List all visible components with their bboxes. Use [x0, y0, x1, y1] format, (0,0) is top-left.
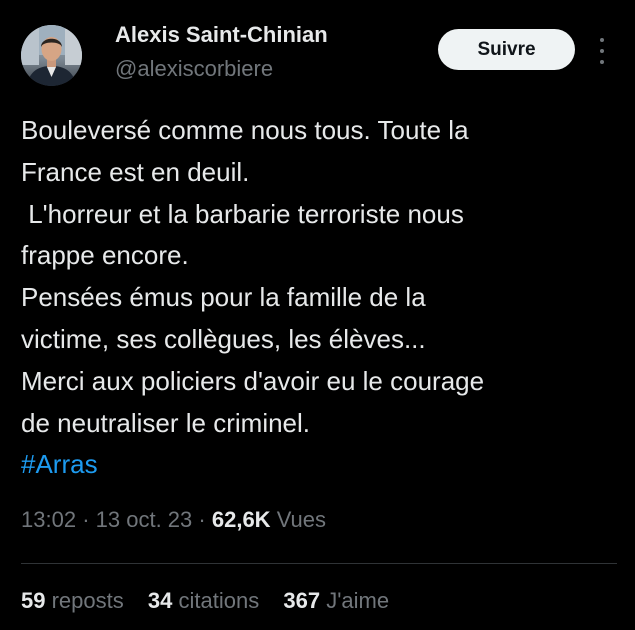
author-handle[interactable]: @alexiscorbiere [115, 56, 273, 82]
tweet-line: victime, ses collègues, les élèves... [21, 323, 426, 354]
tweet-line: L'horreur et la barbarie terroriste nous [21, 198, 464, 229]
divider [21, 563, 617, 564]
tweet-line: frappe encore. [21, 240, 189, 271]
likes-count: 367 [283, 588, 321, 613]
reposts-label: reposts [51, 588, 124, 613]
engagement-stats: 59 reposts 34 citations 367 J'aime [21, 588, 407, 614]
quotes-count: 34 [147, 588, 173, 613]
likes-stat[interactable]: 367 J'aime [283, 588, 389, 614]
tweet-card: Alexis Saint-Chinian @alexiscorbiere Sui… [0, 0, 635, 630]
tweet-text: Bouleversé comme nous tous. Toute la Fra… [21, 110, 621, 486]
tweet-line: Pensées émus pour la famille de la [21, 282, 426, 313]
tweet-line: Merci aux policiers d'avoir eu le courag… [21, 365, 485, 396]
more-dots-vertical-icon[interactable] [592, 38, 612, 64]
tweet-date[interactable]: 13 oct. 23 [96, 507, 193, 532]
avatar[interactable] [21, 25, 82, 86]
tweet-meta: 13:02 · 13 oct. 23 · 62,6K Vues [21, 507, 326, 533]
avatar-photo [21, 25, 82, 86]
follow-button[interactable]: Suivre [438, 29, 575, 70]
author-name[interactable]: Alexis Saint-Chinian [115, 22, 328, 48]
more-dot [600, 38, 604, 42]
views-label: Vues [276, 507, 327, 532]
reposts-count: 59 [21, 588, 46, 613]
quotes-stat[interactable]: 34 citations [148, 588, 259, 614]
tweet-line: France est en deuil. [21, 156, 250, 187]
reposts-stat[interactable]: 59 reposts [21, 588, 124, 614]
tweet-time[interactable]: 13:02 [21, 507, 76, 532]
quotes-label: citations [178, 588, 260, 613]
more-dot [600, 49, 604, 53]
likes-label: J'aime [326, 588, 390, 613]
meta-separator: · [198, 507, 206, 532]
tweet-line: Bouleversé comme nous tous. Toute la [21, 115, 469, 145]
views-count: 62,6K [211, 507, 271, 532]
more-dot [600, 60, 604, 64]
tweet-line: de neutraliser le criminel. [21, 407, 311, 438]
meta-separator: · [82, 507, 90, 532]
hashtag-link[interactable]: #Arras [21, 444, 621, 486]
